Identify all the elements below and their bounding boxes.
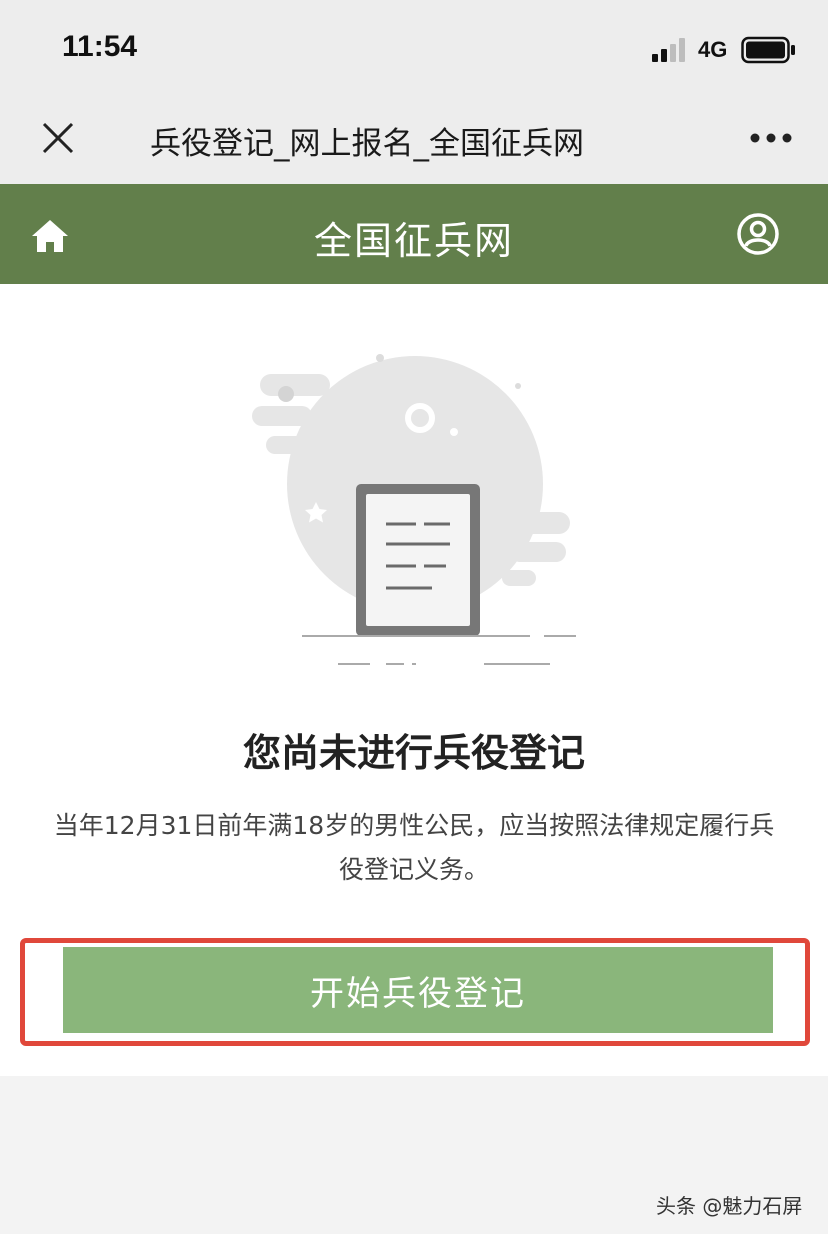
site-title: 全国征兵网 xyxy=(313,219,514,263)
watermark: 头条 @魅力石屏 xyxy=(656,1194,803,1218)
status-bar: 11:54 4G xyxy=(0,0,828,96)
empty-state-heading: 您尚未进行兵役登记 xyxy=(242,731,585,775)
close-icon[interactable] xyxy=(38,118,78,158)
empty-state-description: 当年12月31日前年满18岁的男性公民，应当按照法律规定履行兵役登记义务。 xyxy=(53,811,775,884)
webview-title-bar: 兵役登记_网上报名_全国征兵网 xyxy=(0,96,828,184)
main-card: 您尚未进行兵役登记 当年12月31日前年满18岁的男性公民，应当按照法律规定履行… xyxy=(0,284,828,1076)
start-registration-button[interactable]: 开始兵役登记 xyxy=(63,947,773,1033)
more-icon[interactable] xyxy=(748,126,794,150)
highlight-box: 开始兵役登记 xyxy=(20,938,810,1046)
page-title: 兵役登记_网上报名_全国征兵网 xyxy=(150,126,584,162)
battery-icon xyxy=(741,36,795,64)
status-time: 11:54 xyxy=(62,30,138,63)
signal-icon xyxy=(652,38,685,62)
network-label: 4G xyxy=(698,37,728,62)
user-icon[interactable] xyxy=(736,212,780,256)
document-illustration xyxy=(252,354,576,665)
site-header: 全国征兵网 xyxy=(0,184,828,284)
